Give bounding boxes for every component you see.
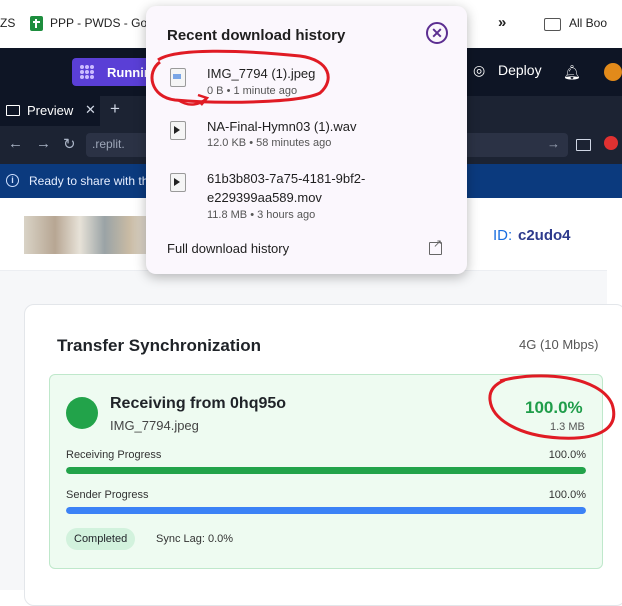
- download-item[interactable]: 61b3b803-7a75-4181-9bf2- e229399aa589.mo…: [146, 166, 467, 228]
- id-label: ID:: [493, 227, 513, 244]
- new-tab-icon[interactable]: +: [110, 99, 120, 119]
- globe-icon: ◎: [473, 62, 486, 78]
- image-file-icon: [170, 68, 186, 87]
- transfer-sync-card: Transfer Synchronization 4G (10 Mbps) Re…: [24, 304, 622, 606]
- devices-icon[interactable]: [576, 139, 591, 151]
- receiving-progress-fill: [66, 467, 586, 474]
- download-name: NA-Final-Hymn03 (1).wav: [207, 119, 357, 134]
- download-meta: 0 B • 1 minute ago: [207, 85, 298, 97]
- transfer-panel: Receiving from 0hq95o IMG_7794.jpeg 100.…: [49, 374, 603, 569]
- download-history-popup: Recent download history ✕ IMG_7794 (1).j…: [146, 6, 467, 274]
- tab-preview[interactable]: Preview ✕: [0, 96, 100, 126]
- sender-progress-bar: [66, 507, 586, 514]
- card-title: Transfer Synchronization: [57, 336, 262, 355]
- avatar[interactable]: [604, 63, 622, 81]
- file-size: 1.3 MB: [550, 421, 585, 433]
- sync-lag: Sync Lag: 0.0%: [156, 533, 234, 545]
- info-icon: i: [6, 174, 19, 187]
- folder-icon: [544, 18, 561, 31]
- close-tab-icon[interactable]: ✕: [85, 102, 96, 118]
- file-name: IMG_7794.jpeg: [110, 418, 199, 433]
- bell-icon[interactable]: 🔔︎: [563, 64, 581, 81]
- download-name-line1: 61b3b803-7a75-4181-9bf2-: [207, 171, 366, 186]
- receiving-progress-percent: 100.0%: [548, 449, 586, 461]
- forward-icon[interactable]: →: [36, 135, 51, 152]
- download-item[interactable]: NA-Final-Hymn03 (1).wav 12.0 KB • 58 min…: [146, 114, 467, 166]
- bookmark-zs[interactable]: ZS: [0, 16, 15, 30]
- receiving-title: Receiving from 0hq95o: [110, 395, 287, 412]
- transfer-percent: 100.0%: [525, 398, 583, 417]
- download-meta: 11.8 MB • 3 hours ago: [207, 209, 316, 221]
- network-label: 4G (10 Mbps): [519, 337, 599, 352]
- back-icon[interactable]: ←: [8, 135, 23, 152]
- receiving-progress-label: Receiving Progress: [66, 449, 162, 461]
- full-download-history-link[interactable]: Full download history: [167, 241, 289, 256]
- open-external-icon[interactable]: [429, 237, 442, 255]
- share-info-text: Ready to share with th: [29, 174, 149, 188]
- bookmarks-overflow-button[interactable]: »: [498, 14, 506, 31]
- popup-title: Recent download history: [167, 27, 346, 44]
- go-arrow-icon[interactable]: →: [547, 136, 560, 151]
- download-name-line2: e229399aa589.mov: [207, 190, 322, 205]
- tab-preview-label: Preview: [27, 103, 74, 118]
- sender-progress-label: Sender Progress: [66, 489, 149, 501]
- header-photo: [24, 216, 148, 254]
- download-meta: 12.0 KB • 58 minutes ago: [207, 137, 332, 149]
- id-value: c2udo4: [518, 227, 571, 244]
- notification-badge: [604, 136, 618, 150]
- sender-progress-percent: 100.0%: [548, 489, 586, 501]
- running-status-button[interactable]: Running: [72, 58, 160, 86]
- sender-progress-fill: [66, 507, 586, 514]
- url-text: .replit.: [92, 137, 125, 151]
- deploy-button[interactable]: Deploy: [498, 62, 542, 78]
- reload-icon[interactable]: ↻: [63, 135, 76, 153]
- media-file-icon: [170, 173, 186, 192]
- close-icon[interactable]: ✕: [426, 22, 448, 44]
- status-dot: [66, 397, 98, 429]
- sheets-icon: [30, 16, 43, 31]
- download-name: IMG_7794 (1).jpeg: [207, 66, 316, 81]
- monitor-icon: [6, 105, 20, 116]
- bookmark-ppp-pwds[interactable]: PPP - PWDS - Goo: [50, 16, 154, 30]
- status-badge: Completed: [66, 528, 136, 550]
- receiving-progress-bar: [66, 467, 586, 474]
- download-item[interactable]: IMG_7794 (1).jpeg 0 B • 1 minute ago: [146, 58, 467, 110]
- bookmark-all-bookmarks[interactable]: All Boo: [569, 16, 607, 30]
- running-icon: [80, 65, 94, 79]
- media-file-icon: [170, 121, 186, 140]
